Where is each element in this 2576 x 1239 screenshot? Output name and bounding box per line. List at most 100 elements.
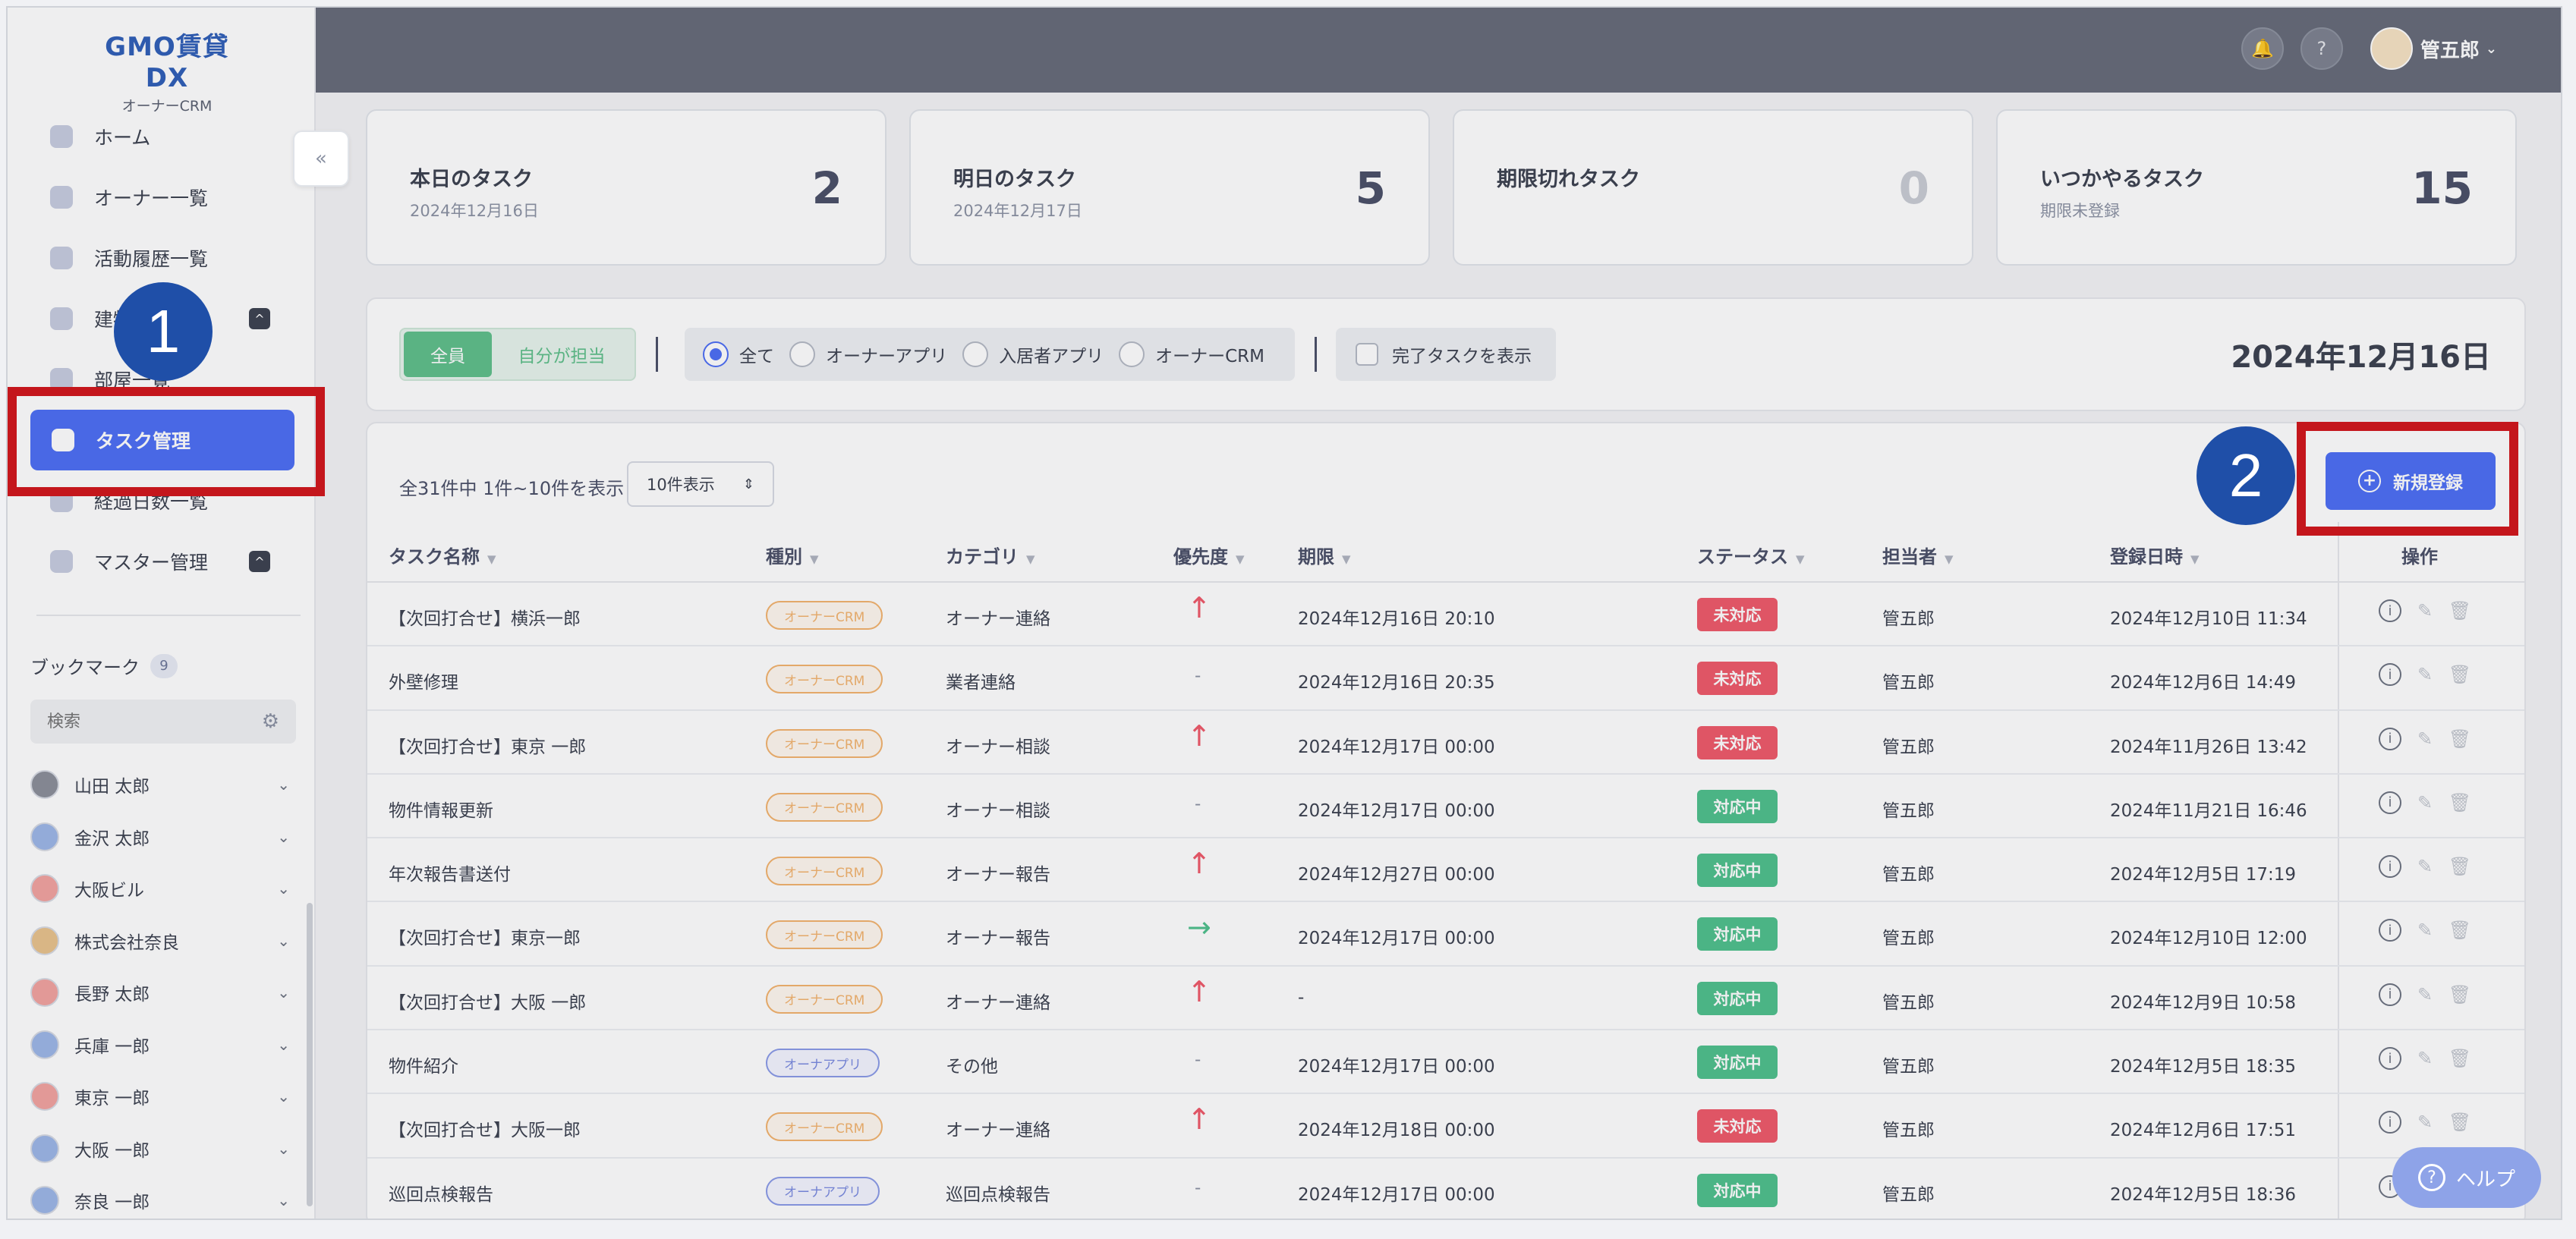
bookmark-item[interactable]: 奈良 一郎 ⌄ [30,1175,296,1219]
source-radio[interactable]: オーナーアプリ [789,341,947,367]
edit-icon[interactable]: ✎ [2414,983,2436,1006]
show-done-toggle[interactable]: 完了タスクを表示 [1336,328,1556,381]
trash-icon[interactable]: 🗑 [2448,1111,2471,1134]
sidebar-item-1[interactable]: オーナー一覧 [8,167,316,228]
show-done-checkbox[interactable] [1356,343,1378,366]
chevron-down-icon[interactable]: ⌄ [277,1191,290,1209]
trash-icon[interactable]: 🗑 [2448,855,2471,878]
sort-caret-icon[interactable]: ▼ [1342,552,1351,566]
edit-icon[interactable]: ✎ [2414,855,2436,878]
table-row[interactable]: 物件情報更新 オーナーCRM オーナー相談 - 2024年12月17日 00:00 対応中… [367,775,2524,839]
sidebar-item-0[interactable]: ホーム [8,106,316,167]
edit-icon[interactable]: ✎ [2414,599,2436,622]
sidebar-item-5[interactable]: タスク管理 [30,410,294,470]
bell-icon[interactable]: 🔔 [2241,27,2284,70]
column-header[interactable]: タスク名称 ▼ [389,542,496,568]
info-icon[interactable]: i [2379,791,2401,814]
bookmark-item[interactable]: 長野 太郎 ⌄ [30,967,296,1019]
radio-circle[interactable] [1119,341,1145,367]
chevron-up-icon[interactable]: ^ [249,308,270,329]
sort-caret-icon[interactable]: ▼ [2190,552,2200,566]
task-name[interactable]: 【次回打合せ】東京 一郎 [389,732,586,758]
task-name[interactable]: 外壁修理 [389,668,458,693]
table-row[interactable]: 【次回打合せ】大阪 一郎 オーナーCRM オーナー連絡 ↑ - 対応中 管五郎 2024年12… [367,967,2524,1031]
sort-caret-icon[interactable]: ▼ [810,552,819,566]
trash-icon[interactable]: 🗑 [2448,599,2471,622]
task-name[interactable]: 物件情報更新 [389,796,493,822]
edit-icon[interactable]: ✎ [2414,919,2436,942]
column-header[interactable]: 優先度 ▼ [1173,542,1245,568]
filter-sliders-icon[interactable]: ⚙ [262,710,279,733]
info-icon[interactable]: i [2379,855,2401,879]
table-row[interactable]: 【次回打合せ】東京一郎 オーナーCRM オーナー報告 → 2024年12月17日 00:… [367,902,2524,967]
per-page-select[interactable]: 10件表示 ⇕ [627,461,774,507]
edit-icon[interactable]: ✎ [2414,663,2436,686]
trash-icon[interactable]: 🗑 [2448,663,2471,686]
sidebar-scrollbar[interactable] [307,903,313,1206]
column-header[interactable]: 期限 ▼ [1298,542,1351,568]
task-name[interactable]: 巡回点検報告 [389,1180,493,1206]
bookmark-item[interactable]: 株式会社奈良 ⌄ [30,915,296,967]
edit-icon[interactable]: ✎ [2414,791,2436,814]
info-icon[interactable]: i [2379,1111,2401,1134]
segment-mine[interactable]: 自分が担当 [492,341,631,367]
help-button[interactable]: ? ヘルプ [2392,1147,2541,1208]
task-name[interactable]: 【次回打合せ】大阪一郎 [389,1115,581,1141]
bookmark-item[interactable]: 大阪ビル ⌄ [30,863,296,915]
info-icon[interactable]: i [2379,599,2401,622]
summary-card[interactable]: 本日のタスク 2024年12月16日 2 [366,109,886,266]
trash-icon[interactable]: 🗑 [2448,919,2471,942]
trash-icon[interactable]: 🗑 [2448,791,2471,814]
table-row[interactable]: 年次報告書送付 オーナーCRM オーナー報告 ↑ 2024年12月27日 00:00 対応… [367,838,2524,903]
chevron-down-icon[interactable]: ⌄ [277,775,290,794]
task-name[interactable]: 【次回打合せ】大阪 一郎 [389,988,586,1014]
sort-caret-icon[interactable]: ▼ [1796,552,1805,566]
sort-caret-icon[interactable]: ▼ [1945,552,1954,566]
radio-circle[interactable] [962,341,989,367]
trash-icon[interactable]: 🗑 [2448,983,2471,1006]
chevron-down-icon[interactable]: ⌄ [277,1140,290,1158]
sidebar-item-6[interactable]: 経過日数一覧 [8,470,316,531]
chevron-down-icon[interactable]: ⌄ [277,983,290,1002]
column-header[interactable]: 種別 ▼ [766,542,819,568]
bookmark-item[interactable]: 大阪 一郎 ⌄ [30,1123,296,1175]
chevron-down-icon[interactable]: ⌄ [277,879,290,898]
source-radio[interactable]: 入居者アプリ [962,341,1104,367]
table-row[interactable]: 外壁修理 オーナーCRM 業者連絡 - 2024年12月16日 20:35 未対応 管五郎 2… [367,646,2524,711]
summary-card[interactable]: 明日のタスク 2024年12月17日 5 [909,109,1430,266]
sort-caret-icon[interactable]: ▼ [1026,552,1035,566]
task-name[interactable]: 【次回打合せ】横浜一郎 [389,604,581,630]
summary-card[interactable]: 期限切れタスク 0 [1453,109,1973,266]
column-header[interactable]: 担当者 ▼ [1882,542,1954,568]
table-row[interactable]: 【次回打合せ】大阪一郎 オーナーCRM オーナー連絡 ↑ 2024年12月18日 00:… [367,1094,2524,1159]
bookmark-item[interactable]: 東京 一郎 ⌄ [30,1071,296,1123]
sidebar-item-2[interactable]: 活動履歴一覧 [8,228,316,288]
summary-card[interactable]: いつかやるタスク 期限未登録 15 [1996,109,2517,266]
chevron-down-icon[interactable]: ⌄ [277,1036,290,1054]
sidebar-item-7[interactable]: マスター管理 ^ [8,531,316,592]
radio-circle[interactable] [703,341,729,367]
table-row[interactable]: 物件紹介 オーナアプリ その他 - 2024年12月17日 00:00 対応中 管五郎 202… [367,1030,2524,1095]
trash-icon[interactable]: 🗑 [2448,1047,2471,1070]
task-name[interactable]: 【次回打合せ】東京一郎 [389,923,581,949]
sort-caret-icon[interactable]: ▼ [487,552,496,566]
column-header[interactable]: カテゴリ ▼ [946,542,1035,568]
task-name[interactable]: 年次報告書送付 [389,860,511,885]
table-row[interactable]: 巡回点検報告 オーナアプリ 巡回点検報告 - 2024年12月17日 00:00 対応中 管… [367,1159,2524,1219]
radio-circle[interactable] [789,341,815,367]
info-icon[interactable]: i [2379,663,2401,687]
chevron-down-icon[interactable]: ⌄ [277,828,290,846]
info-icon[interactable]: i [2379,983,2401,1006]
question-icon[interactable]: ? [2300,27,2343,70]
table-row[interactable]: 【次回打合せ】横浜一郎 オーナーCRM オーナー連絡 ↑ 2024年12月16日 20:… [367,583,2524,647]
column-header[interactable]: 登録日時 ▼ [2110,542,2200,568]
info-icon[interactable]: i [2379,919,2401,942]
new-register-button[interactable]: + 新規登録 [2326,452,2496,510]
info-icon[interactable]: i [2379,1047,2401,1071]
chevron-up-icon[interactable]: ^ [249,551,270,572]
column-header[interactable]: ステータス ▼ [1697,542,1805,568]
user-menu[interactable]: 管五郎 ⌄ [2370,27,2497,70]
sidebar-collapse-button[interactable]: « [293,131,349,187]
sort-caret-icon[interactable]: ▼ [1236,552,1245,566]
chevron-down-icon[interactable]: ⌄ [277,1087,290,1105]
